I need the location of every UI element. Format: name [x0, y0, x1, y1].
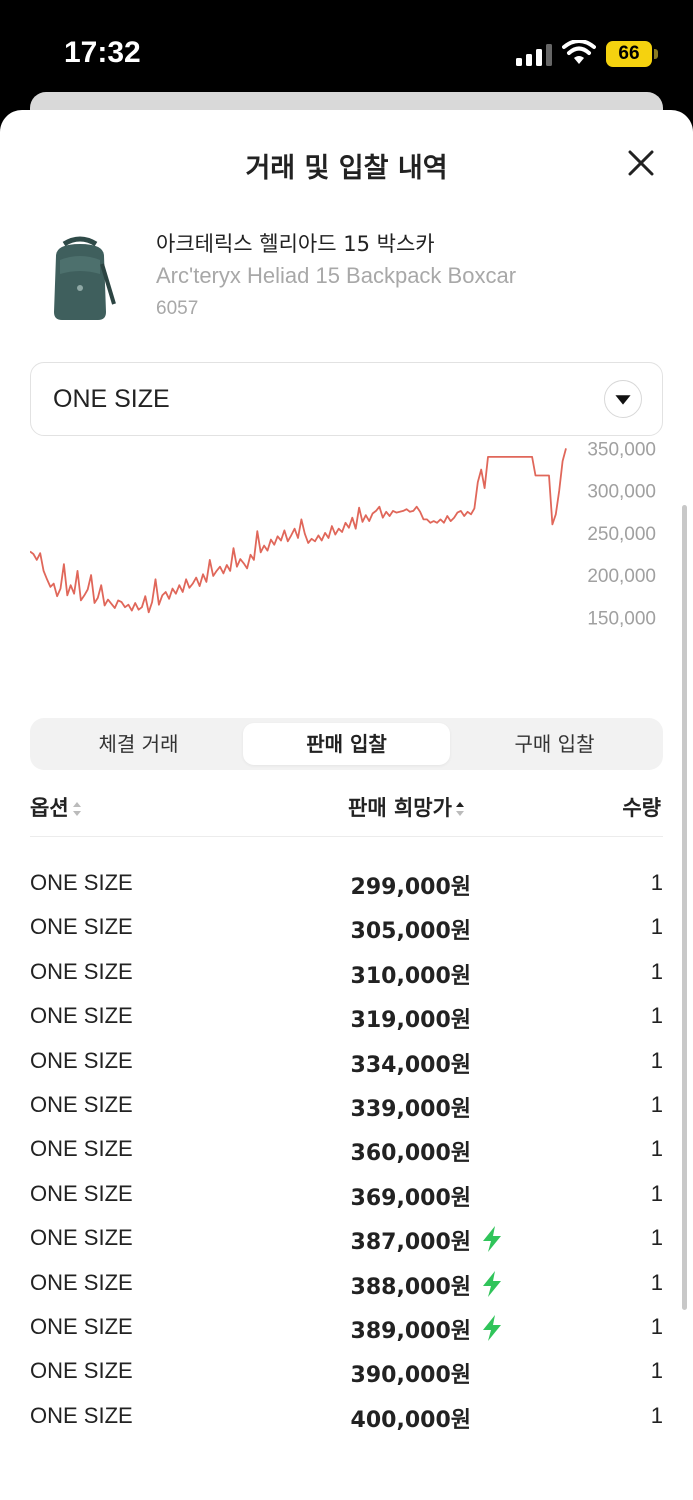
row-qty: 1 — [650, 870, 663, 895]
row-qty: 1 — [650, 1358, 663, 1384]
row-price: 360,000원 — [350, 1141, 471, 1167]
size-select-value: ONE SIZE — [53, 385, 170, 413]
tab-bar: 체결 거래 판매 입찰 구매 입찰 — [30, 718, 663, 770]
table-row: ONE SIZE 388,000원 1 — [0, 1262, 693, 1306]
row-size: ONE SIZE — [30, 1091, 133, 1117]
history-sheet: 거래 및 입찰 내역 아크테릭스 헬리아드 15 박스카 Arc'teryx H… — [0, 110, 693, 1500]
sort-icon — [72, 802, 81, 816]
row-qty: 1 — [650, 914, 663, 940]
table-row: ONE SIZE 310,000원 1 — [0, 951, 693, 995]
row-size: ONE SIZE — [30, 914, 133, 940]
row-price: 305,000원 — [350, 919, 471, 945]
table-row: ONE SIZE 334,000원 1 — [0, 1040, 693, 1084]
column-header-price[interactable]: 판매 희망가 — [348, 792, 466, 822]
row-qty: 1 — [650, 1047, 663, 1073]
battery-level: 66 — [618, 43, 640, 64]
y-tick-label: 150,000 — [587, 608, 656, 629]
table-row: ONE SIZE 305,000원 1 — [0, 906, 693, 950]
dropdown-arrow-icon[interactable] — [604, 380, 642, 418]
tab-buy-bids[interactable]: 구매 입찰 — [451, 723, 658, 765]
status-time: 17:32 — [64, 36, 141, 69]
row-qty: 1 — [650, 1313, 663, 1339]
table-row: ONE SIZE 299,000원 1 — [0, 862, 693, 906]
column-header-price-label: 판매 희망가 — [348, 796, 452, 820]
product-name-ko: 아크테릭스 헬리아드 15 박스카 — [156, 232, 435, 256]
cellular-signal-icon — [516, 44, 552, 66]
row-size: ONE SIZE — [30, 1358, 133, 1384]
row-qty: 1 — [650, 1225, 663, 1251]
row-qty: 1 — [650, 1136, 663, 1162]
row-qty: 1 — [650, 1402, 663, 1428]
row-price: 389,000원 — [350, 1318, 471, 1344]
table-row: ONE SIZE 319,000원 1 — [0, 995, 693, 1039]
table-row: ONE SIZE 360,000원 1 — [0, 1128, 693, 1172]
table-row: ONE SIZE 339,000원 1 — [0, 1084, 693, 1128]
row-price: 319,000원 — [350, 1008, 471, 1034]
y-tick-label: 350,000 — [587, 440, 656, 460]
row-price: 400,000원 — [350, 1407, 471, 1433]
close-icon[interactable] — [622, 144, 660, 182]
row-size: ONE SIZE — [30, 958, 133, 984]
table-row: ONE SIZE 389,000원 1 — [0, 1306, 693, 1350]
row-size: ONE SIZE — [30, 1402, 133, 1428]
row-price: 334,000원 — [350, 1052, 471, 1078]
wifi-icon — [562, 40, 596, 64]
row-price: 369,000원 — [350, 1185, 471, 1211]
product-code: 6057 — [156, 298, 199, 319]
sort-ascending-icon — [455, 802, 464, 816]
lightning-bolt-icon — [483, 1314, 501, 1341]
row-size: ONE SIZE — [30, 1313, 133, 1339]
backpack-image — [54, 236, 116, 320]
row-price: 387,000원 — [350, 1230, 471, 1256]
price-chart: 350,000 300,000 250,000 200,000 150,000 — [30, 440, 656, 629]
price-series-line — [30, 448, 567, 614]
column-header-qty: 수량 — [622, 796, 661, 820]
row-price: 388,000원 — [350, 1274, 471, 1300]
row-price: 390,000원 — [350, 1363, 471, 1389]
row-size: ONE SIZE — [30, 870, 133, 895]
table-row: ONE SIZE 387,000원 1 — [0, 1217, 693, 1261]
column-header-option-label: 옵션 — [30, 796, 69, 820]
sheet-title: 거래 및 입찰 내역 — [245, 153, 448, 184]
size-select[interactable]: ONE SIZE — [30, 362, 663, 436]
y-tick-label: 300,000 — [587, 482, 656, 503]
column-header-option[interactable]: 옵션 — [30, 792, 83, 822]
lightning-bolt-icon — [483, 1226, 501, 1253]
row-price: 299,000원 — [350, 875, 471, 900]
row-size: ONE SIZE — [30, 1225, 133, 1251]
row-price: 310,000원 — [350, 963, 471, 989]
row-qty: 1 — [650, 1269, 663, 1295]
row-size: ONE SIZE — [30, 1003, 133, 1029]
divider — [30, 836, 663, 837]
table-row: ONE SIZE 369,000원 1 — [0, 1173, 693, 1217]
row-size: ONE SIZE — [30, 1180, 133, 1206]
row-qty: 1 — [650, 1091, 663, 1117]
battery-icon: 66 — [606, 41, 658, 67]
lightning-bolt-icon — [483, 1270, 501, 1297]
row-qty: 1 — [650, 1180, 663, 1206]
y-tick-label: 200,000 — [587, 566, 656, 587]
row-qty: 1 — [650, 958, 663, 984]
row-size: ONE SIZE — [30, 1136, 133, 1162]
tab-completed-trades[interactable]: 체결 거래 — [35, 723, 242, 765]
row-size: ONE SIZE — [30, 1047, 133, 1073]
row-price: 339,000원 — [350, 1096, 471, 1122]
scrollbar[interactable] — [682, 505, 687, 1310]
row-size: ONE SIZE — [30, 1269, 133, 1295]
table-row: ONE SIZE 400,000원 1 — [0, 1395, 693, 1439]
table-row: ONE SIZE 390,000원 1 — [0, 1350, 693, 1394]
tab-sell-bids[interactable]: 판매 입찰 — [243, 723, 450, 765]
y-tick-label: 250,000 — [587, 524, 656, 545]
bid-list: ONE SIZE 299,000원 1 ONE SIZE 305,000원 1 ONE SI… — [0, 862, 693, 1439]
row-qty: 1 — [650, 1003, 663, 1029]
product-name-en: Arc'teryx Heliad 15 Backpack Boxcar — [156, 263, 517, 288]
